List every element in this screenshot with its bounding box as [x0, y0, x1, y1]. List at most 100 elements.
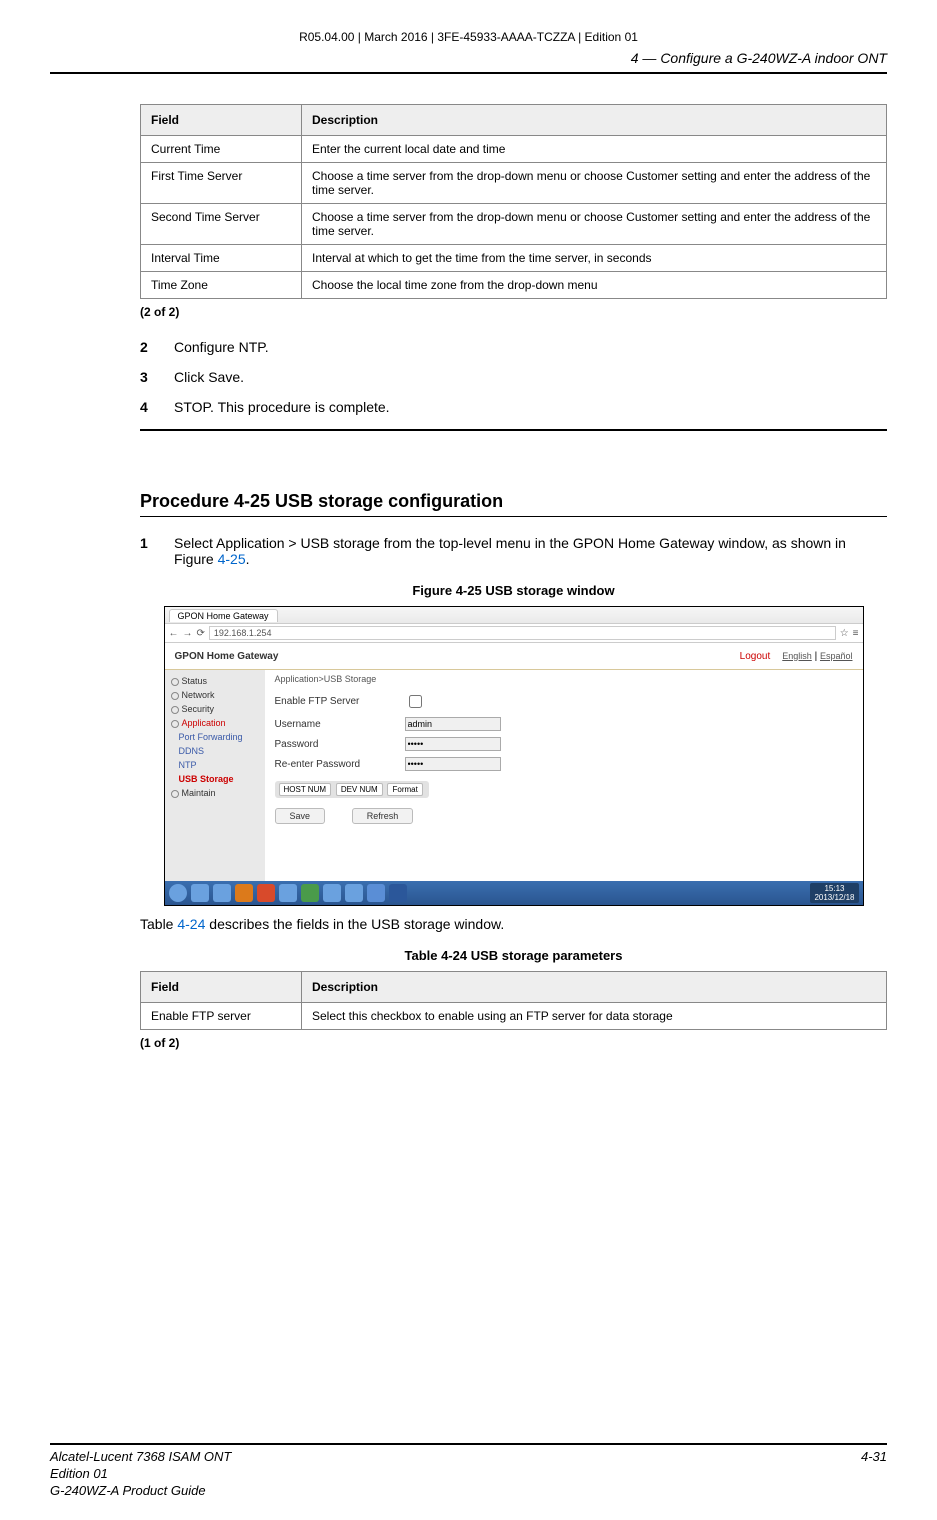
- logout-link[interactable]: Logout: [740, 651, 771, 662]
- taskbar-app-icon[interactable]: [191, 884, 209, 902]
- breadcrumb: Application>USB Storage: [275, 674, 853, 684]
- table-row: Interval Time Interval at which to get t…: [141, 245, 887, 272]
- procedure-steps: 2 Configure NTP. 3 Click Save. 4 STOP. T…: [140, 339, 887, 415]
- field-cell: Time Zone: [141, 272, 302, 299]
- desc-cell: Select this checkbox to enable using an …: [302, 1003, 887, 1030]
- browser-tab[interactable]: GPON Home Gateway: [169, 609, 278, 622]
- taskbar-app-icon[interactable]: [257, 884, 275, 902]
- taskbar-app-icon[interactable]: [235, 884, 253, 902]
- field-cell: Second Time Server: [141, 204, 302, 245]
- step-number: 4: [140, 399, 174, 415]
- address-input[interactable]: 192.168.1.254: [209, 626, 836, 640]
- text: describes the fields in the USB storage …: [205, 916, 504, 932]
- text: Select Application > USB storage from th…: [174, 535, 846, 567]
- taskbar-app-icon[interactable]: [389, 884, 407, 902]
- table-header-description: Description: [302, 972, 887, 1003]
- nav-back-icon[interactable]: ←: [169, 628, 179, 639]
- step-item: 2 Configure NTP.: [140, 339, 887, 355]
- taskbar-app-icon[interactable]: [213, 884, 231, 902]
- table-link[interactable]: 4-24: [177, 916, 205, 932]
- content-area: Application>USB Storage Enable FTP Serve…: [265, 670, 863, 881]
- doc-id: R05.04.00 | March 2016 | 3FE-45933-AAAA-…: [50, 30, 887, 44]
- table-row: First Time Server Choose a time server f…: [141, 163, 887, 204]
- desc-cell: Enter the current local date and time: [302, 136, 887, 163]
- chapter-title: 4 — Configure a G-240WZ-A indoor ONT: [50, 50, 887, 74]
- browser-url-bar: ← → ⟳ 192.168.1.254 ☆ ≡: [165, 624, 863, 643]
- dev-num-button[interactable]: DEV NUM: [336, 783, 383, 796]
- field-cell: Interval Time: [141, 245, 302, 272]
- sidebar-item-port-forwarding[interactable]: Port Forwarding: [165, 730, 265, 744]
- taskbar-app-icon[interactable]: [301, 884, 319, 902]
- lang-english-link[interactable]: English: [782, 651, 812, 661]
- table-caption: Table 4-24 USB storage parameters: [140, 948, 887, 963]
- enable-ftp-checkbox[interactable]: [409, 695, 422, 708]
- step-item: 1 Select Application > USB storage from …: [140, 535, 887, 567]
- usb-storage-parameters-table: Field Description Enable FTP server Sele…: [140, 971, 887, 1030]
- footer-line: Edition 01: [50, 1466, 231, 1483]
- desc-cell: Choose a time server from the drop-down …: [302, 163, 887, 204]
- table-header-description: Description: [302, 105, 887, 136]
- text: .: [246, 551, 250, 567]
- taskbar-app-icon[interactable]: [279, 884, 297, 902]
- step-number: 2: [140, 339, 174, 355]
- sidebar-item-ntp[interactable]: NTP: [165, 758, 265, 772]
- taskbar-app-icon[interactable]: [323, 884, 341, 902]
- sidebar-item-security[interactable]: Security: [165, 702, 265, 716]
- taskbar-app-icon[interactable]: [367, 884, 385, 902]
- sidebar-item-maintain[interactable]: Maintain: [165, 786, 265, 800]
- sidebar-item-usb-storage[interactable]: USB Storage: [165, 772, 265, 786]
- sntp-parameters-table: Field Description Current Time Enter the…: [140, 104, 887, 299]
- page-number: 4-31: [861, 1449, 887, 1500]
- table-row: Second Time Server Choose a time server …: [141, 204, 887, 245]
- usb-storage-figure: GPON Home Gateway ← → ⟳ 192.168.1.254 ☆ …: [164, 606, 864, 906]
- clock-date: 2013/12/18: [814, 893, 854, 902]
- step-item: 4 STOP. This procedure is complete.: [140, 399, 887, 415]
- sidebar-item-network[interactable]: Network: [165, 688, 265, 702]
- table-row: Enable FTP server Select this checkbox t…: [141, 1003, 887, 1030]
- sidebar-item-application[interactable]: Application: [165, 716, 265, 730]
- page-title: GPON Home Gateway: [175, 651, 279, 662]
- figure-link[interactable]: 4-25: [218, 551, 246, 567]
- text: Table: [140, 916, 177, 932]
- save-button[interactable]: Save: [275, 808, 326, 824]
- sidebar: Status Network Security Application Port…: [165, 670, 265, 881]
- section-divider: [140, 429, 887, 431]
- sidebar-item-status[interactable]: Status: [165, 674, 265, 688]
- lang-espanol-link[interactable]: Español: [820, 651, 853, 661]
- username-input[interactable]: [405, 717, 501, 731]
- procedure-steps: 1 Select Application > USB storage from …: [140, 535, 887, 567]
- procedure-heading: Procedure 4-25 USB storage configuration: [140, 491, 887, 517]
- table-footer: (1 of 2): [140, 1036, 887, 1050]
- footer-line: Alcatel-Lucent 7368 ISAM ONT: [50, 1449, 231, 1466]
- table-footer: (2 of 2): [140, 305, 887, 319]
- browser-tab-bar: GPON Home Gateway: [165, 607, 863, 624]
- format-button[interactable]: Format: [387, 783, 422, 796]
- taskbar-app-icon[interactable]: [345, 884, 363, 902]
- start-icon[interactable]: [169, 884, 187, 902]
- page-header: GPON Home Gateway Logout English | Españ…: [165, 643, 863, 670]
- password-input[interactable]: [405, 737, 501, 751]
- field-cell: Enable FTP server: [141, 1003, 302, 1030]
- menu-icon[interactable]: ≡: [853, 628, 859, 639]
- enable-ftp-label: Enable FTP Server: [275, 696, 405, 707]
- figure-caption: Figure 4-25 USB storage window: [140, 583, 887, 598]
- step-text: Click Save.: [174, 369, 244, 385]
- refresh-button[interactable]: Refresh: [352, 808, 414, 824]
- username-label: Username: [275, 719, 405, 730]
- step-text: STOP. This procedure is complete.: [174, 399, 390, 415]
- table-row: Current Time Enter the current local dat…: [141, 136, 887, 163]
- column-buttons: HOST NUM DEV NUM Format: [275, 781, 429, 798]
- footer-line: G-240WZ-A Product Guide: [50, 1483, 231, 1500]
- nav-forward-icon[interactable]: →: [183, 628, 193, 639]
- step-number: 1: [140, 535, 174, 567]
- repassword-input[interactable]: [405, 757, 501, 771]
- clock-time: 15:13: [814, 884, 854, 893]
- star-icon[interactable]: ☆: [840, 628, 849, 639]
- desc-cell: Choose the local time zone from the drop…: [302, 272, 887, 299]
- reload-icon[interactable]: ⟳: [197, 628, 205, 639]
- table-header-field: Field: [141, 105, 302, 136]
- step-text: Select Application > USB storage from th…: [174, 535, 887, 567]
- host-num-button[interactable]: HOST NUM: [279, 783, 332, 796]
- sidebar-item-ddns[interactable]: DDNS: [165, 744, 265, 758]
- password-label: Password: [275, 739, 405, 750]
